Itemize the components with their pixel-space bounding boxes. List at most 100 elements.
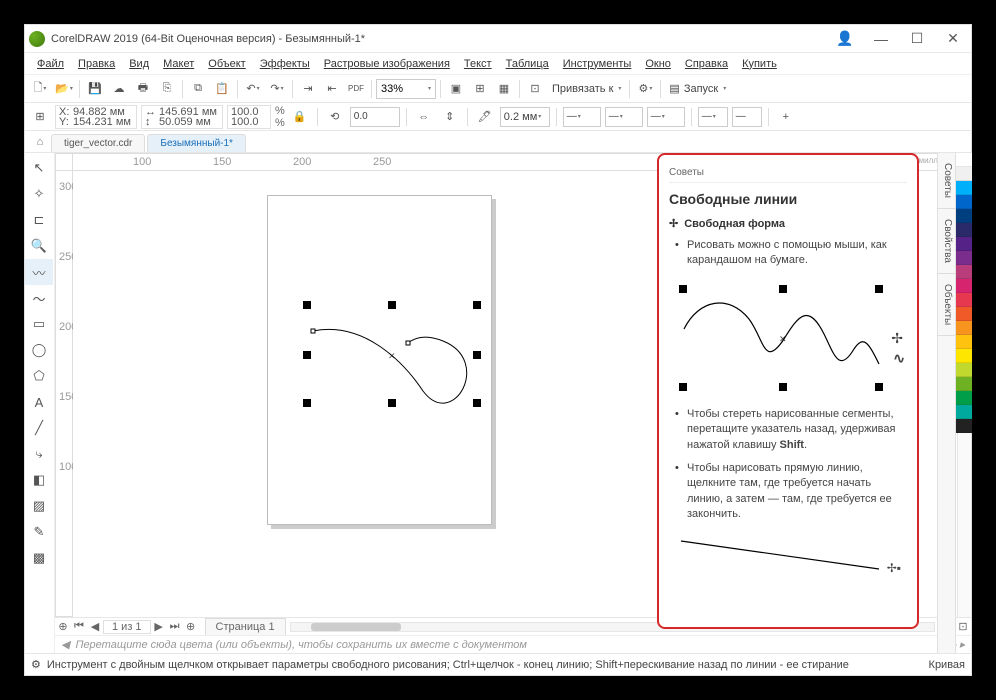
color-swatch[interactable] (956, 195, 972, 209)
mirror-h-button[interactable]: ⇔ (413, 106, 435, 128)
color-palette[interactable] (955, 153, 971, 653)
minimize-button[interactable]: — (867, 29, 895, 49)
ruler-origin[interactable] (55, 153, 73, 171)
outline-width-input[interactable]: 0.2 мм ▾ (500, 107, 550, 127)
color-swatch[interactable] (956, 251, 972, 265)
vertical-ruler[interactable]: 300 250 200 150 100 (55, 171, 73, 617)
rectangle-tool[interactable]: ▭ (25, 311, 53, 337)
menu-effects[interactable]: Эффекты (254, 56, 316, 72)
menu-edit[interactable]: Правка (72, 56, 121, 72)
document-palette[interactable]: ◀ Перетащите сюда цвета (или объекты), ч… (55, 635, 971, 653)
lock-ratio-button[interactable]: 🔒 (289, 106, 311, 128)
import-button[interactable]: ⇥ (297, 78, 319, 100)
zoom-tool[interactable]: 🔍 (25, 233, 53, 259)
export2-button[interactable]: ⇤ (321, 78, 343, 100)
menu-object[interactable]: Объект (202, 56, 251, 72)
color-swatch[interactable] (956, 335, 972, 349)
redo-button[interactable]: ↷▾ (266, 78, 288, 100)
snap-toggle-button[interactable]: ⊡ (524, 78, 546, 100)
eyedropper-tool[interactable]: ✎ (25, 519, 53, 545)
color-swatch[interactable] (956, 293, 972, 307)
menu-layout[interactable]: Макет (157, 56, 200, 72)
artistic-media-tool[interactable]: 〜 (25, 285, 53, 311)
close-button[interactable]: ✕ (939, 29, 967, 49)
shape-tool[interactable]: ✧ (25, 181, 53, 207)
snap-to-button[interactable]: Привязать к▾ (548, 78, 625, 100)
angle-input[interactable]: 0.0 (350, 107, 400, 127)
zoom-input[interactable]: 33%▾ (376, 79, 436, 99)
dock-tab-hints[interactable]: Советы (938, 153, 955, 209)
polygon-tool[interactable]: ⬠ (25, 363, 53, 389)
color-swatch[interactable] (956, 307, 972, 321)
nav-add-right[interactable]: ⊕ (183, 620, 199, 633)
color-swatch[interactable] (956, 349, 972, 363)
menu-bitmaps[interactable]: Растровые изображения (318, 56, 456, 72)
object-origin-button[interactable]: ⊞ (29, 106, 51, 128)
undo-button[interactable]: ↶▾ (242, 78, 264, 100)
transparency-tool[interactable]: ▨ (25, 493, 53, 519)
add-button[interactable]: + (775, 106, 797, 128)
menu-window[interactable]: Окно (639, 56, 677, 72)
launch-button[interactable]: ▤ Запуск▾ (665, 78, 730, 100)
page-tab-1[interactable]: Страница 1 (205, 618, 286, 636)
freehand-tool[interactable]: 〰 (25, 259, 53, 285)
nav-next[interactable]: ▶ (151, 620, 167, 633)
crop-tool[interactable]: ⊏ (25, 207, 53, 233)
dropshadow-tool[interactable]: ◧ (25, 467, 53, 493)
home-tab-icon[interactable]: ⌂ (29, 132, 51, 152)
pdf-button[interactable]: PDF (345, 78, 367, 100)
end-arrow-select[interactable]: — ▾ (647, 107, 685, 127)
color-swatch[interactable] (956, 405, 972, 419)
color-swatch[interactable] (956, 363, 972, 377)
menu-buy[interactable]: Купить (736, 56, 783, 72)
mirror-v-button[interactable]: ⇕ (439, 106, 461, 128)
ellipse-tool[interactable]: ◯ (25, 337, 53, 363)
save-button[interactable]: 💾 (84, 78, 106, 100)
color-swatch[interactable] (956, 181, 972, 195)
fill-tool[interactable]: ▩ (25, 545, 53, 571)
paste-button[interactable]: 📋 (211, 78, 233, 100)
options-button[interactable]: ⚙▾ (634, 78, 656, 100)
text-tool[interactable]: A (25, 389, 53, 415)
menu-table[interactable]: Таблица (500, 56, 555, 72)
color-swatch[interactable] (956, 377, 972, 391)
color-swatch[interactable] (956, 153, 972, 167)
page-counter[interactable]: 1 из 1 (103, 620, 151, 634)
nav-prev[interactable]: ◀ (87, 620, 103, 633)
wrap-select[interactable]: — ▾ (698, 107, 728, 127)
color-swatch[interactable] (956, 237, 972, 251)
color-swatch[interactable] (956, 419, 972, 433)
size-fields[interactable]: ↔145.691 мм ↕50.059 мм (141, 105, 223, 129)
new-button[interactable]: 🗋▾ (29, 78, 51, 100)
connector-tool[interactable]: ⤷ (25, 441, 53, 467)
dimension-tool[interactable]: ╱ (25, 415, 53, 441)
color-swatch[interactable] (956, 279, 972, 293)
color-swatch[interactable] (956, 321, 972, 335)
color-swatch[interactable] (956, 265, 972, 279)
fullscreen-button[interactable]: ▣ (445, 78, 467, 100)
preview-button[interactable]: ⊞ (469, 78, 491, 100)
print-button[interactable]: 🖶 (132, 78, 154, 100)
color-swatch[interactable] (956, 391, 972, 405)
close-curve-button[interactable]: — (732, 107, 762, 127)
nav-add-left[interactable]: ⊕ (55, 620, 71, 633)
dock-tab-objects[interactable]: Объекты (938, 274, 955, 336)
nav-first[interactable]: ⏮ (71, 620, 87, 633)
start-arrow-select[interactable]: — ▾ (563, 107, 601, 127)
color-swatch[interactable] (956, 223, 972, 237)
export-button[interactable]: ⎘ (156, 78, 178, 100)
menu-tools[interactable]: Инструменты (557, 56, 638, 72)
copy-button[interactable]: ⧉ (187, 78, 209, 100)
user-icon[interactable]: 👤 (831, 29, 859, 49)
menu-view[interactable]: Вид (123, 56, 155, 72)
maximize-button[interactable]: ☐ (903, 29, 931, 49)
menu-help[interactable]: Справка (679, 56, 734, 72)
open-button[interactable]: 📂▾ (53, 78, 75, 100)
doc-tab-1[interactable]: tiger_vector.cdr (51, 134, 145, 152)
line-style-select[interactable]: — ▾ (605, 107, 643, 127)
doc-tab-2[interactable]: Безымянный-1* (147, 134, 246, 152)
grid-button[interactable]: ▦ (493, 78, 515, 100)
pick-tool[interactable]: ↖ (25, 155, 53, 181)
dock-tab-properties[interactable]: Свойства (938, 209, 955, 274)
menu-text[interactable]: Текст (458, 56, 498, 72)
